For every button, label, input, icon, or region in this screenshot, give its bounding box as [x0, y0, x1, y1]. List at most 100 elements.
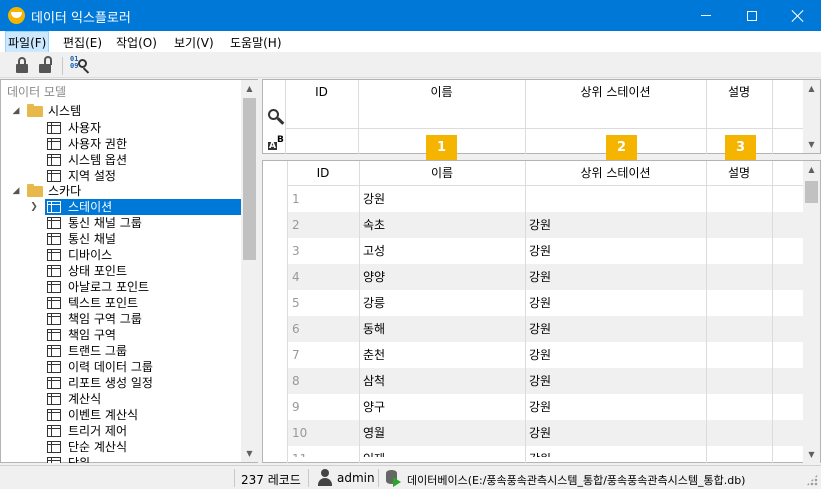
menu-view[interactable]: 보기(V)	[174, 34, 214, 51]
resize-grip-icon[interactable]	[806, 474, 818, 486]
search-icon[interactable]	[267, 108, 285, 126]
cell-desc[interactable]	[709, 446, 769, 457]
cell-desc[interactable]	[709, 342, 769, 368]
cell-name[interactable]: 강원	[363, 186, 523, 212]
data-grid[interactable]: ID 이름 상위 스테이션 설명 1 강원 2 속초 강원 3 고성 강원 4 양양 강원 5 강릉 강원…	[262, 160, 821, 463]
cell-name[interactable]: 속초	[363, 212, 523, 238]
grid-col-id[interactable]: ID	[287, 161, 359, 185]
tree-item[interactable]: 통신 채널	[1, 231, 241, 247]
cell-id[interactable]: 8	[292, 368, 358, 394]
filter-col-id[interactable]: ID	[285, 80, 358, 104]
cell-parent[interactable]	[529, 186, 705, 212]
cell-id[interactable]: 2	[292, 212, 358, 238]
cell-desc[interactable]	[709, 238, 769, 264]
table-row[interactable]: 5 강릉 강원	[287, 290, 804, 316]
cell-id[interactable]: 5	[292, 290, 358, 316]
cell-desc[interactable]	[709, 264, 769, 290]
cell-name[interactable]: 영월	[363, 420, 523, 446]
grid-scrollbar[interactable]: ▲ ▼	[803, 161, 820, 463]
tree-item[interactable]: 시스템 옵션	[1, 152, 241, 168]
tree-item[interactable]: 디바이스	[1, 247, 241, 263]
cell-parent[interactable]: 강원	[529, 368, 705, 394]
tree-item[interactable]: 리포트 생성 일정	[1, 375, 241, 391]
table-row[interactable]: 3 고성 강원	[287, 238, 804, 264]
cell-desc[interactable]	[709, 316, 769, 342]
scroll-down-icon[interactable]: ▼	[803, 136, 820, 153]
menu-task[interactable]: 작업(O)	[116, 34, 157, 51]
grid-col-parent[interactable]: 상위 스테이션	[525, 161, 706, 185]
tree-scrollbar[interactable]: ▲ ▼	[241, 80, 258, 462]
table-row[interactable]: 1 강원	[287, 186, 804, 212]
tree-group-system[interactable]: ◢ 시스템	[1, 103, 241, 119]
cell-id[interactable]: 3	[292, 238, 358, 264]
menu-edit[interactable]: 편집(E)	[63, 34, 102, 51]
cell-id[interactable]: 4	[292, 264, 358, 290]
tree-item[interactable]: 텍스트 포인트	[1, 295, 241, 311]
cell-name[interactable]: 양양	[363, 264, 523, 290]
unlock-button[interactable]	[35, 55, 55, 75]
cell-parent[interactable]: 강원	[529, 342, 705, 368]
cell-id[interactable]: 10	[292, 420, 358, 446]
table-row[interactable]: 8 삼척 강원	[287, 368, 804, 394]
tree-item[interactable]: 통신 채널 그룹	[1, 215, 241, 231]
table-row[interactable]: 2 속초 강원	[287, 212, 804, 238]
table-row[interactable]: 6 동해 강원	[287, 316, 804, 342]
cell-id[interactable]: 6	[292, 316, 358, 342]
scroll-up-icon[interactable]: ▲	[241, 80, 258, 97]
tree-item[interactable]: 트리거 제어	[1, 423, 241, 439]
cell-id[interactable]: 1	[292, 186, 358, 212]
table-row[interactable]: 10 영월 강원	[287, 420, 804, 446]
table-row[interactable]: 7 춘천 강원	[287, 342, 804, 368]
cell-parent[interactable]: 강원	[529, 290, 705, 316]
cell-name[interactable]: 고성	[363, 238, 523, 264]
table-row[interactable]: 11 인제 강원	[287, 446, 804, 457]
tree-item[interactable]: 트랜드 그룹	[1, 343, 241, 359]
tree-item[interactable]: 지역 설정	[1, 168, 241, 184]
grid-col-name[interactable]: 이름	[359, 161, 525, 185]
cell-name[interactable]: 춘천	[363, 342, 523, 368]
tree-item[interactable]: 계산식	[1, 391, 241, 407]
cell-name[interactable]: 강릉	[363, 290, 523, 316]
tree-group-scada[interactable]: ◢ 스카다	[1, 183, 241, 199]
cell-parent[interactable]: 강원	[529, 238, 705, 264]
scroll-up-icon[interactable]: ▲	[803, 80, 820, 97]
filter-col-parent[interactable]: 상위 스테이션	[525, 80, 706, 104]
scroll-up-icon[interactable]: ▲	[803, 161, 820, 178]
cell-parent[interactable]: 강원	[529, 212, 705, 238]
cell-id[interactable]: 11	[292, 446, 358, 457]
tree-item-selected[interactable]: 스테이션	[45, 199, 241, 215]
scroll-thumb[interactable]	[805, 181, 818, 203]
grid-col-desc[interactable]: 설명	[706, 161, 772, 185]
tree-item[interactable]: 아날로그 포인트	[1, 279, 241, 295]
filter-col-name[interactable]: 이름	[358, 80, 525, 104]
minimize-button[interactable]	[683, 0, 729, 31]
cell-name[interactable]: 인제	[363, 446, 523, 457]
tree-item[interactable]: 사용자	[1, 120, 241, 136]
tree-item[interactable]: 단위	[1, 455, 241, 463]
data-model-tree[interactable]: 데이터 모델 ◢ 시스템 사용자 사용자 권한 시스템 옵션 지역 설정 ◢ 스…	[0, 79, 258, 463]
cell-parent[interactable]: 강원	[529, 446, 705, 457]
binary-search-button[interactable]: 01 09	[69, 55, 90, 75]
chevron-right-icon[interactable]: ❯	[29, 199, 39, 215]
collapse-icon[interactable]: ◢	[11, 183, 21, 199]
cell-parent[interactable]: 강원	[529, 264, 705, 290]
table-row[interactable]: 9 양구 강원	[287, 394, 804, 420]
cell-desc[interactable]	[709, 394, 769, 420]
menu-help[interactable]: 도움말(H)	[230, 34, 282, 51]
tree-item[interactable]: 사용자 권한	[1, 136, 241, 152]
cell-desc[interactable]	[709, 186, 769, 212]
table-row[interactable]: 4 양양 강원	[287, 264, 804, 290]
sort-az-icon[interactable]: A B	[268, 136, 286, 152]
menu-file[interactable]: 파일(F)	[4, 31, 50, 54]
cell-parent[interactable]: 강원	[529, 420, 705, 446]
cell-id[interactable]: 7	[292, 342, 358, 368]
lock-button[interactable]	[12, 55, 32, 75]
cell-desc[interactable]	[709, 290, 769, 316]
cell-parent[interactable]: 강원	[529, 394, 705, 420]
cell-desc[interactable]	[709, 420, 769, 446]
collapse-icon[interactable]: ◢	[11, 103, 21, 119]
filter-col-desc[interactable]: 설명	[706, 80, 772, 104]
tree-item[interactable]: 책임 구역	[1, 327, 241, 343]
cell-name[interactable]: 삼척	[363, 368, 523, 394]
cell-name[interactable]: 양구	[363, 394, 523, 420]
